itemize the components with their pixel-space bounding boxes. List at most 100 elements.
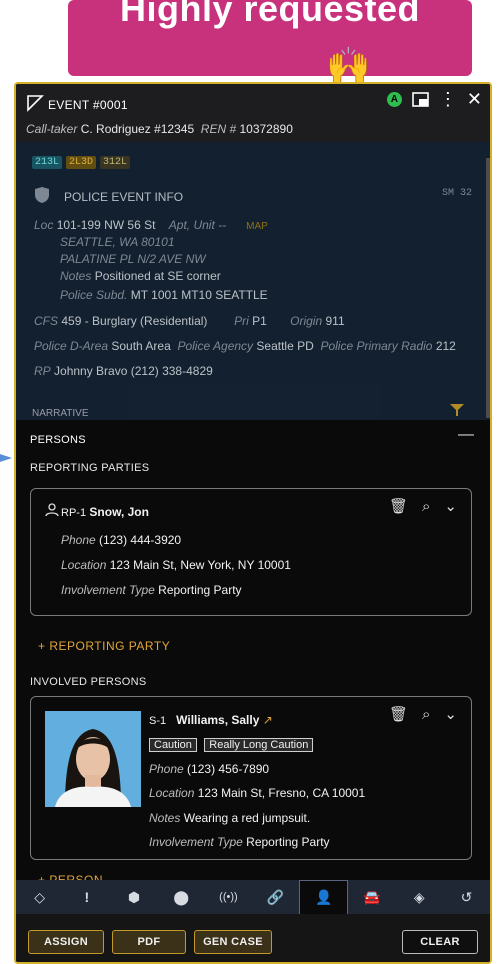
loc-value: 101-199 NW 56 St	[56, 218, 156, 232]
sm-code: SM 32	[441, 188, 472, 199]
trash-icon[interactable]: 🗑	[389, 705, 408, 723]
add-reporting-party-button[interactable]: + REPORTING PARTY	[38, 639, 170, 653]
chevron-down-icon[interactable]: ⌄	[444, 497, 457, 515]
unit-tag[interactable]: 2L3D	[66, 156, 97, 169]
person-tab-icon[interactable]: 👤	[299, 880, 349, 914]
filter-icon[interactable]	[450, 404, 464, 416]
darea-value: South Area	[111, 339, 171, 353]
involved-person-card[interactable]: S-1 Williams, Sally ↗ 🗑 ⌕ ⌄ Caution Real…	[30, 696, 472, 860]
status-badge: A	[386, 91, 402, 107]
trash-icon[interactable]: 🗑	[389, 497, 408, 515]
chevron-down-icon[interactable]: ⌄	[444, 705, 457, 723]
police-info-title: POLICE EVENT INFO	[64, 190, 184, 204]
subd-label: Police Subd.	[60, 288, 128, 302]
narrative-label[interactable]: NARRATIVE	[32, 408, 89, 419]
agency-value: Seattle PD	[256, 339, 314, 353]
persons-header: PERSONS	[16, 420, 490, 460]
clear-button[interactable]: CLEAR	[402, 930, 478, 954]
rp-card-title: RP-1 Snow, Jon	[61, 505, 149, 519]
unit-tag[interactable]: 213L	[32, 156, 63, 169]
ren-value: 10372890	[239, 122, 293, 136]
banner: Highly requested 🙌	[68, 0, 472, 86]
caution-badge: Caution	[149, 738, 197, 752]
assign-button[interactable]: ASSIGN	[28, 930, 104, 954]
radio-value: 212	[435, 339, 456, 353]
calltaker-value: C. Rodriguez #12345	[80, 122, 195, 136]
action-bar: ASSIGN PDF GEN CASE CLEAR	[16, 914, 490, 962]
notes-line: Notes Positioned at SE corner	[60, 269, 221, 283]
event-title: EVENT #0001	[48, 98, 128, 112]
dock-window-icon[interactable]	[412, 91, 429, 107]
cfs-label: CFS	[34, 314, 58, 328]
header-actions: A ⋮ ✕	[386, 90, 482, 108]
rp-phone-line: Phone (123) 444-3920	[61, 533, 181, 547]
info-scrollbar[interactable]	[486, 158, 490, 418]
origin-value: 911	[325, 314, 345, 328]
event-flag-icon	[27, 95, 44, 112]
unit-tags: 213L 2L3D 312L	[32, 156, 131, 169]
search-location-icon[interactable]: ⌕	[422, 706, 430, 723]
cross-street-line: PALATINE PL N/2 AVE NW	[60, 252, 206, 266]
pri-value: P1	[252, 314, 267, 328]
ren-label: REN #	[200, 122, 237, 136]
external-link-icon[interactable]: ↗	[263, 713, 273, 727]
direction-icon[interactable]: ◈	[396, 880, 443, 914]
more-options-icon[interactable]: ⋮	[439, 90, 457, 108]
notes-value: Positioned at SE corner	[94, 269, 221, 283]
involved-persons-title: INVOLVED PERSONS	[30, 676, 147, 688]
subdivision-line: Police Subd. MT 1001 MT10 SEATTLE	[60, 288, 268, 302]
involvement-label: Involvement Type	[61, 583, 155, 597]
apt-label: Apt, Unit --	[168, 218, 227, 232]
search-location-icon[interactable]: ⌕	[422, 498, 430, 515]
rp-label: RP	[34, 364, 51, 378]
history-icon[interactable]: ↺	[443, 880, 490, 914]
cfs-line: CFS 459 - Burglary (Residential) Pri P1 …	[34, 314, 345, 328]
involvement-value: Reporting Party	[246, 835, 330, 849]
radio-icon[interactable]: ((•))	[205, 880, 252, 914]
pointer-arrow-icon	[0, 454, 12, 462]
s-card-title: S-1 Williams, Sally ↗	[149, 713, 273, 727]
radio-label: Police Primary Radio	[320, 339, 433, 353]
alert-icon[interactable]: !	[63, 880, 110, 914]
rp-value: Johnny Bravo (212) 338-4829	[54, 364, 213, 378]
notes-label: Notes	[149, 811, 181, 825]
hexagon-icon[interactable]: ⬢	[110, 880, 157, 914]
phone-label: Phone	[149, 762, 184, 776]
s-name[interactable]: Williams, Sally	[176, 713, 259, 727]
phone-value: (123) 444-3920	[99, 533, 182, 547]
location-value: 123 Main St, New York, NY 10001	[109, 558, 291, 572]
rp-line: RP Johnny Bravo (212) 338-4829	[34, 364, 213, 378]
event-header: EVENT #0001 Call-taker C. Rodriguez #123…	[16, 84, 490, 142]
rp-involvement-line: Involvement Type Reporting Party	[61, 583, 242, 597]
reporting-party-card[interactable]: RP-1 Snow, Jon 🗑 ⌕ ⌄ Phone (123) 444-392…	[30, 488, 472, 616]
banner-text: Highly requested	[119, 0, 421, 29]
police-info-header: POLICE EVENT INFO SM 32	[32, 186, 472, 206]
caution-badge: Really Long Caution	[204, 738, 314, 752]
rp-id: RP-1	[61, 507, 87, 519]
persons-title: PERSONS	[30, 434, 86, 446]
s-card-actions: 🗑 ⌕ ⌄	[389, 705, 457, 724]
map-link[interactable]: MAP	[246, 221, 268, 232]
link-icon[interactable]: 🔗	[252, 880, 299, 914]
close-icon[interactable]: ✕	[467, 90, 482, 108]
notes-label: Notes	[60, 269, 92, 283]
origin-label: Origin	[290, 314, 323, 328]
cfs-value: 459 - Burglary (Residential)	[61, 314, 208, 328]
gen-case-button[interactable]: GEN CASE	[194, 930, 272, 954]
rp-name[interactable]: Snow, Jon	[89, 505, 149, 519]
unit-tag[interactable]: 312L	[100, 156, 131, 169]
vehicle-icon[interactable]: 🚘	[348, 880, 395, 914]
person-photo	[45, 711, 141, 807]
police-info-section: 213L 2L3D 312L POLICE EVENT INFO SM 32 L…	[16, 142, 490, 420]
map-pin-icon[interactable]: ⬤	[158, 880, 205, 914]
darea-label: Police D-Area	[34, 339, 109, 353]
phone-label: Phone	[61, 533, 96, 547]
location-value: 123 Main St, Fresno, CA 10001	[197, 786, 366, 800]
collapse-icon[interactable]: —	[458, 426, 474, 444]
agency-label: Police Agency	[177, 339, 254, 353]
loc-label: Loc	[34, 218, 54, 232]
s-notes-line: Notes Wearing a red jumpsuit.	[149, 811, 310, 825]
pdf-button[interactable]: PDF	[112, 930, 186, 954]
calltaker-label: Call-taker	[26, 122, 78, 136]
diamond-icon[interactable]: ◇	[16, 880, 63, 914]
